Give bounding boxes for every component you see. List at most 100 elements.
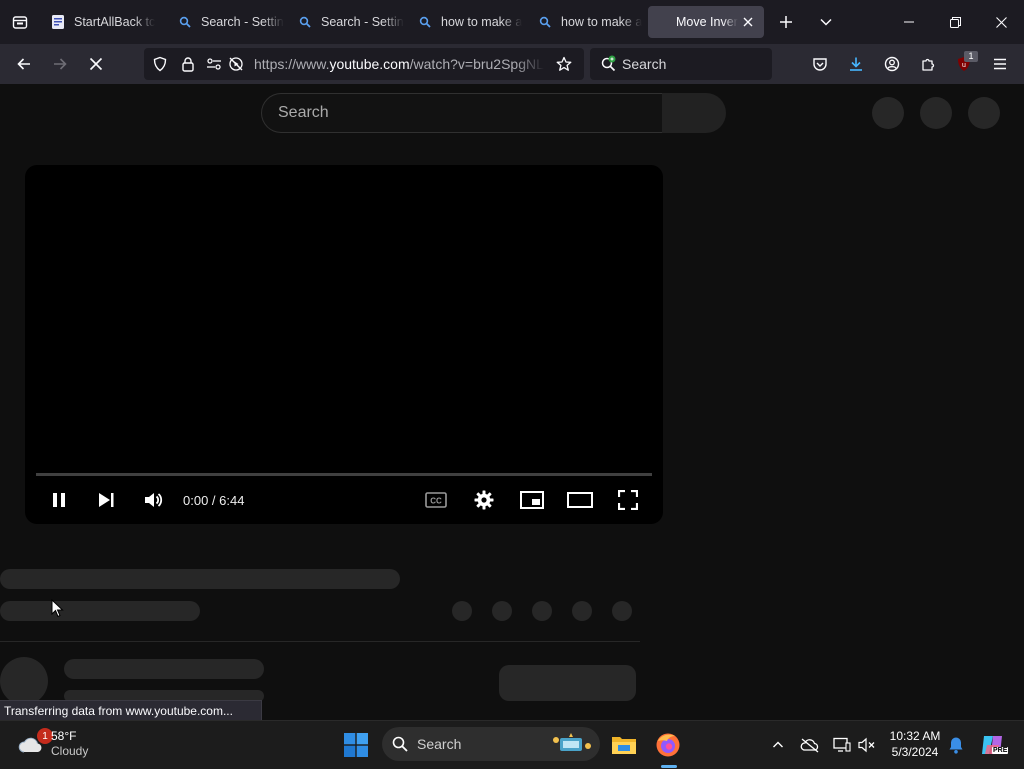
settings-button[interactable] [471, 488, 497, 512]
shield-icon[interactable] [152, 56, 168, 72]
header-button-placeholder[interactable] [872, 97, 904, 129]
arrow-left-icon [17, 58, 30, 70]
show-hidden-icons-button[interactable] [766, 733, 790, 757]
stop-x-icon [89, 57, 103, 71]
tab-active-move-inver[interactable]: Move Inver [648, 6, 764, 38]
search-favicon [417, 14, 433, 30]
copilot-badge: PRE [992, 747, 1009, 754]
new-tab-button[interactable] [774, 10, 798, 34]
firefox-view-button[interactable] [8, 10, 32, 34]
tab-3[interactable]: Search - Settin [290, 6, 409, 38]
url-path: /watch?v=bru2SpgNL [409, 56, 544, 72]
channel-name-skeleton [64, 659, 264, 679]
action-skeleton [572, 601, 592, 621]
skip-next-icon [99, 493, 114, 507]
minimize-icon [904, 21, 914, 23]
youtube-search-placeholder: Search [278, 104, 329, 121]
youtube-search-button[interactable] [662, 93, 726, 133]
address-bar[interactable]: https://www.youtube.com/watch?v=bru2SpgN… [144, 48, 584, 80]
tab-label: how to make a [561, 15, 643, 29]
pause-icon [53, 493, 65, 507]
autoplay-blocked-icon[interactable] [228, 56, 244, 72]
tab-label: Search - Settin [321, 15, 404, 29]
search-engine-icon [601, 55, 616, 72]
section-divider [0, 641, 640, 642]
next-video-button[interactable] [93, 488, 119, 512]
copilot-button[interactable]: PRE [978, 733, 1009, 757]
video-player[interactable]: 0:00 / 6:44 CC [25, 165, 663, 524]
status-panel: Transferring data from www.youtube.com..… [0, 700, 262, 721]
volume-tray-button[interactable] [855, 733, 879, 757]
url-prefix: https://www. [254, 56, 330, 72]
clock-date: 5/3/2024 [891, 745, 939, 759]
startallback-icon [50, 14, 66, 30]
extensions-button[interactable] [914, 50, 942, 78]
account-button[interactable] [878, 50, 906, 78]
mute-button[interactable] [140, 488, 166, 512]
navigation-toolbar: https://www.youtube.com/watch?v=bru2SpgN… [0, 44, 1024, 84]
start-button[interactable] [340, 729, 372, 761]
tab-2[interactable]: Search - Settin [170, 6, 289, 38]
taskbar-clock[interactable]: 10:32 AM 5/3/2024 [880, 728, 950, 760]
weather-temperature: 58°F [51, 729, 77, 743]
lock-icon[interactable] [180, 56, 196, 72]
tab-strip: StartAllBack tc Search - Settin Search -… [0, 0, 1024, 44]
bookmark-star-icon[interactable] [556, 56, 572, 72]
taskbar-search-placeholder: Search [417, 736, 462, 752]
url-text[interactable]: https://www.youtube.com/watch?v=bru2SpgN… [254, 56, 544, 72]
youtube-search-input[interactable]: Search [261, 93, 662, 133]
tab-5[interactable]: how to make a [530, 6, 649, 38]
browser-search-bar[interactable]: Search [590, 48, 772, 80]
download-icon [850, 57, 862, 71]
video-progress-bar[interactable] [36, 473, 652, 476]
weather-widget[interactable]: 1 58°F Cloudy [16, 727, 116, 763]
taskbar-search-box[interactable]: Search [382, 727, 600, 761]
speaker-muted-icon [858, 737, 875, 753]
search-highlight-icon [553, 733, 591, 751]
display-network-icon [833, 737, 851, 752]
fullscreen-button[interactable] [615, 488, 641, 512]
fullscreen-icon [618, 490, 638, 510]
chevron-up-icon [773, 741, 783, 748]
notifications-button[interactable] [944, 733, 968, 757]
list-all-tabs-button[interactable] [814, 10, 838, 34]
miniplayer-button[interactable] [519, 488, 545, 512]
account-icon [884, 56, 900, 72]
permissions-icon[interactable] [206, 56, 222, 72]
restore-button[interactable] [932, 0, 978, 44]
puzzle-icon [922, 58, 935, 71]
header-button-placeholder[interactable] [968, 97, 1000, 129]
miniplayer-icon [520, 491, 544, 509]
onedrive-tray-button[interactable] [798, 733, 822, 757]
close-tab-icon[interactable] [740, 14, 756, 30]
forward-button[interactable] [46, 50, 74, 78]
theater-mode-icon [567, 492, 593, 508]
tab-1[interactable]: StartAllBack tc [50, 6, 162, 38]
weather-condition: Cloudy [51, 744, 89, 758]
minimize-button[interactable] [886, 0, 932, 44]
folder-icon [612, 737, 636, 754]
search-favicon [537, 14, 553, 30]
theater-mode-button[interactable] [567, 488, 593, 512]
stop-button[interactable] [82, 50, 110, 78]
app-menu-button[interactable] [986, 50, 1014, 78]
pause-button[interactable] [46, 488, 72, 512]
file-explorer-button[interactable] [608, 729, 640, 761]
close-window-button[interactable] [978, 0, 1024, 44]
windows-logo-icon [344, 733, 368, 757]
back-button[interactable] [10, 50, 38, 78]
action-skeleton [492, 601, 512, 621]
subtitles-button[interactable]: CC [423, 488, 449, 512]
subtitle-skeleton [0, 601, 200, 621]
svg-text:u: u [962, 62, 966, 69]
downloads-button[interactable] [842, 50, 870, 78]
firefox-taskbar-button[interactable] [652, 729, 684, 761]
plus-icon [780, 16, 792, 28]
network-tray-button[interactable] [830, 733, 854, 757]
extension-badge: 1 [964, 51, 978, 62]
ublock-origin-button[interactable]: u 1 [950, 50, 978, 78]
header-button-placeholder[interactable] [920, 97, 952, 129]
video-time-display: 0:00 / 6:44 [183, 493, 245, 508]
tab-4[interactable]: how to make a [410, 6, 529, 38]
pocket-button[interactable] [806, 50, 834, 78]
